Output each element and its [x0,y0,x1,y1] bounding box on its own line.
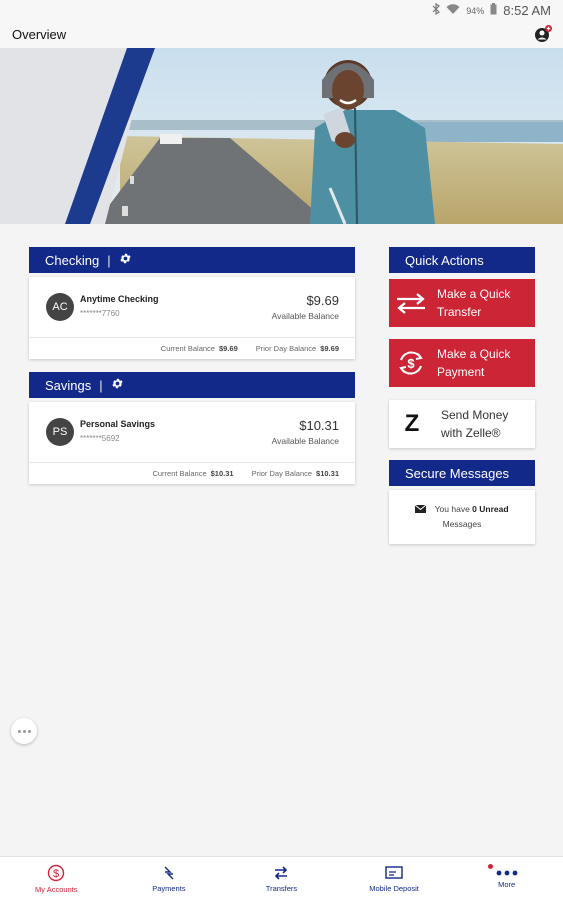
nav-label: My Accounts [35,884,78,894]
wifi-icon [446,3,460,18]
gear-icon [111,378,123,389]
current-balance-value: $9.69 [218,344,238,353]
profile-button[interactable] [533,24,553,44]
floating-more-button[interactable] [11,718,37,744]
account-number: *******5692 [80,434,120,443]
account-name: Personal Savings [80,419,156,429]
quick-actions-header: Quick Actions [389,247,535,273]
nav-my-accounts[interactable]: $ My Accounts [0,857,113,900]
account-number: *******7760 [80,309,120,318]
page-title: Overview [12,27,67,42]
zelle-label-line1: Send Money [441,408,509,422]
hero-image [0,48,563,224]
dot-icon [27,729,31,733]
balance-footer: Current Balance $9.69 Prior Day Balance … [29,337,355,359]
nav-label: Transfers [265,883,298,893]
clock: 8:52 AM [503,3,551,18]
dot-icon [22,729,26,733]
nav-label: Mobile Deposit [369,883,419,893]
current-balance-value: $10.31 [210,469,234,478]
nav-payments[interactable]: Payments [113,857,226,900]
quick-payment-label-line1: Make a Quick [437,347,511,361]
current-balance-label: Current Balance [152,469,207,478]
savings-settings-button[interactable] [111,377,124,393]
nav-more[interactable]: More [450,857,563,900]
bluetooth-icon [432,2,441,18]
secure-messages-card[interactable]: You have 0 Unread Messages [389,490,535,544]
secure-messages-title: Secure Messages [405,465,510,481]
payments-icon [164,866,174,879]
avatar: PS [46,418,74,446]
app-bar: Overview [0,20,563,48]
savings-title: Savings [45,377,92,393]
nav-transfers[interactable]: Transfers [225,857,338,900]
zelle-icon: Z [389,410,435,438]
checking-title: Checking [45,252,100,268]
savings-header: Savings | [29,372,355,398]
header-separator: | [107,252,111,268]
battery-icon [490,3,497,18]
quick-payment-label-line2: Payment [437,365,485,379]
transfer-arrows-icon [275,865,288,880]
transfer-arrows-icon [389,291,433,315]
messages-prefix: You have [434,504,470,514]
check-deposit-icon [385,865,403,879]
quick-transfer-label-line2: Transfer [437,305,482,319]
secure-messages-header: Secure Messages [389,460,535,486]
prior-day-balance-label: Prior Day Balance [251,469,313,478]
available-balance: $9.69 [306,293,339,308]
hero-banner [0,48,563,224]
messages-suffix: Messages [442,519,482,529]
nav-label: Payments [152,883,186,893]
checking-header: Checking | [29,247,355,273]
bottom-navigation: $ My Accounts Payments Transfers Mobile … [0,856,563,900]
avatar: AC [46,293,74,321]
prior-day-balance-value: $10.31 [316,469,339,478]
prior-day-balance-label: Prior Day Balance [255,344,317,353]
available-balance-label: Available Balance [271,311,339,321]
svg-text:$: $ [407,356,415,371]
dot-icon [17,729,21,733]
quick-actions-title: Quick Actions [405,252,484,268]
quick-payment-button[interactable]: $ Make a Quick Payment [389,339,535,387]
balance-footer: Current Balance $10.31 Prior Day Balance… [29,462,355,484]
nav-label: More [498,879,516,889]
checking-account-card[interactable]: AC Anytime Checking *******7760 $9.69 Av… [29,277,355,359]
prior-day-balance-value: $9.69 [320,344,339,353]
gear-icon [119,253,131,264]
envelope-icon [415,504,427,513]
battery-percent: 94% [466,5,485,16]
quick-transfer-button[interactable]: Make a Quick Transfer [389,279,535,327]
account-row[interactable]: AC Anytime Checking *******7760 $9.69 Av… [29,277,355,337]
unread-count: 0 Unread [472,504,509,514]
status-bar: 94% 8:52 AM [0,0,563,20]
zelle-logo: Z [404,410,420,437]
available-balance: $10.31 [299,418,339,433]
checking-settings-button[interactable] [119,252,132,268]
messages-summary: You have 0 Unread [389,504,535,514]
notification-dot [487,864,493,869]
zelle-label-line2: with Zelle® [441,426,501,440]
current-balance-label: Current Balance [160,344,215,353]
dollar-circle-icon: $ [48,864,65,881]
status-icons: 94% 8:52 AM [432,2,551,18]
dollar-cycle-icon: $ [389,348,433,378]
savings-account-card[interactable]: PS Personal Savings *******5692 $10.31 A… [29,402,355,484]
account-row[interactable]: PS Personal Savings *******5692 $10.31 A… [29,402,355,462]
svg-text:$: $ [53,868,59,880]
available-balance-label: Available Balance [271,436,339,446]
more-dots-icon [496,870,518,875]
nav-mobile-deposit[interactable]: Mobile Deposit [338,857,451,900]
account-name: Anytime Checking [80,294,159,304]
account-icon [535,25,552,42]
header-separator: | [99,377,103,393]
quick-transfer-label-line1: Make a Quick [437,287,511,301]
zelle-button[interactable]: Z Send Money with Zelle® [389,400,535,448]
